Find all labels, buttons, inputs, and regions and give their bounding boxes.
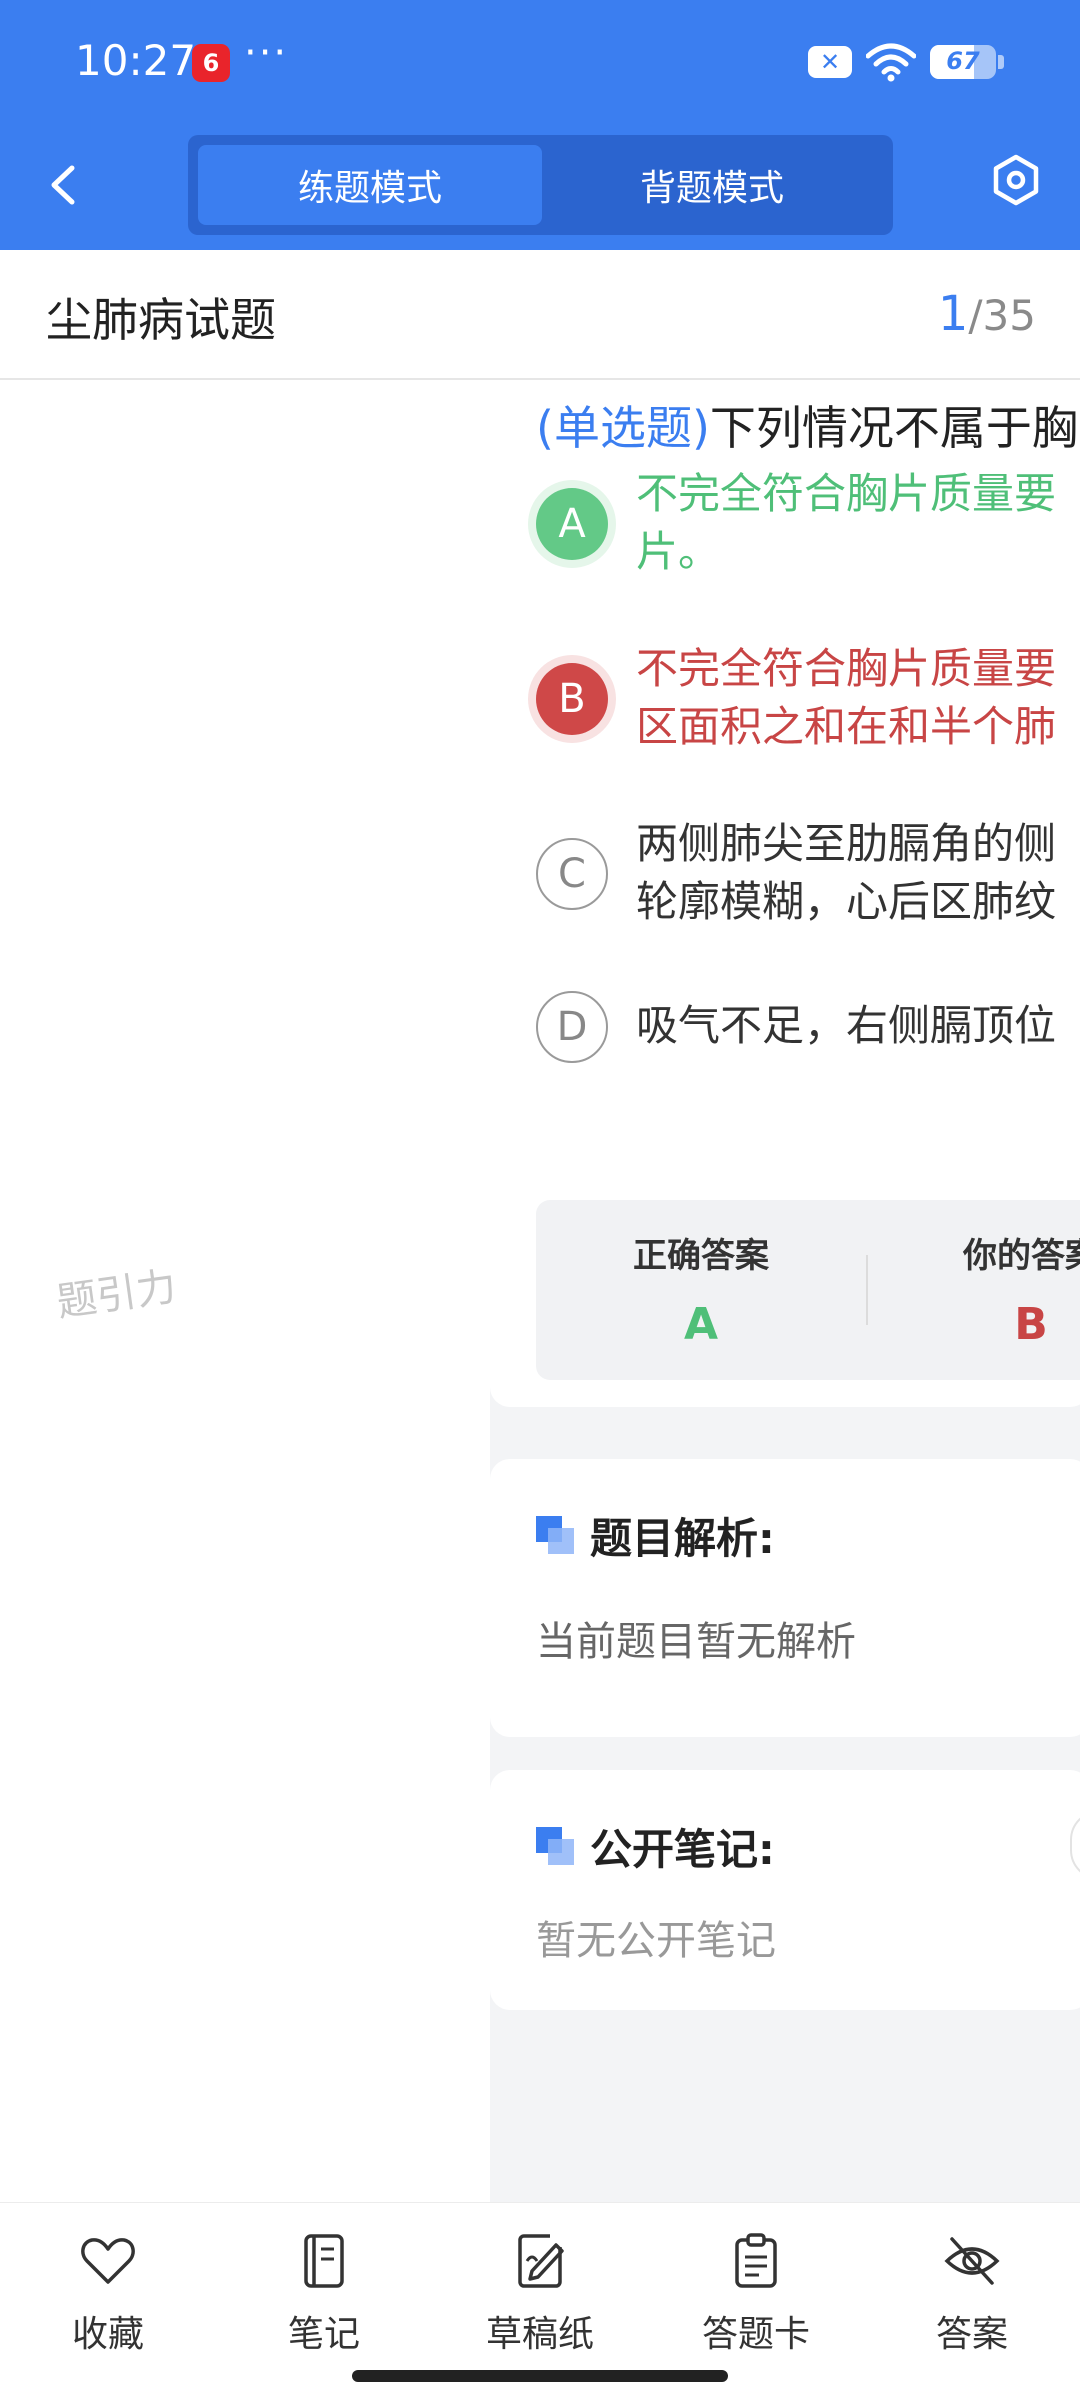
your-answer-value: B	[1014, 1299, 1048, 1350]
option-c-badge: C	[536, 838, 608, 910]
question-counter[interactable]: 1/35	[938, 286, 1036, 342]
netease-music-icon: 6	[192, 44, 230, 82]
battery-level: 67	[946, 47, 980, 75]
option-a[interactable]: A 不完全符合胸片质量要 片。	[536, 465, 1080, 585]
battery-tip	[998, 55, 1004, 69]
draft-paper-button[interactable]: 草稿纸	[450, 2231, 630, 2357]
notes-label: 笔记	[287, 2314, 360, 2355]
page-title: 尘肺病试题	[46, 293, 276, 347]
home-indicator[interactable]	[352, 2370, 728, 2382]
option-c-text: 两侧肺尖至肋膈角的侧 轮廓模糊，心后区肺纹	[636, 815, 1080, 931]
option-b-line2: 区面积之和在和半个肺	[636, 702, 1057, 751]
back-arrow-icon[interactable]	[40, 160, 90, 210]
option-d-text: 吸气不足，右侧膈顶位	[636, 997, 1080, 1055]
status-time: 10:27	[75, 36, 197, 85]
draft-paper-icon	[518, 2234, 564, 2288]
question-text: 下列情况不属于胸	[709, 401, 1078, 455]
analysis-card: 题目解析: 当前题目暂无解析	[490, 1459, 1080, 1737]
question-type: (单选题)	[536, 401, 710, 455]
correct-answer: 正确答案 A	[536, 1228, 866, 1350]
your-answer-label: 你的答案	[963, 1236, 1080, 1276]
notes-button[interactable]: 笔记	[234, 2231, 414, 2357]
option-d[interactable]: D 吸气不足，右侧膈顶位	[536, 991, 1080, 1117]
answer-comparison: 正确答案 A 你的答案 B	[536, 1200, 1080, 1380]
notes-header: 公开笔记:	[536, 1816, 775, 1877]
analysis-body: 当前题目暂无解析	[536, 1619, 856, 1665]
option-a-badge: A	[536, 488, 608, 560]
option-b-text: 不完全符合胸片质量要 区面积之和在和半个肺	[636, 640, 1080, 756]
answer-label: 答案	[935, 2314, 1008, 2355]
public-notes-card: 公开笔记: 暂无公开笔记	[490, 1770, 1080, 2010]
write-note-button[interactable]	[1070, 1810, 1080, 1880]
notes-title: 公开笔记:	[590, 1825, 775, 1874]
option-c-line2: 轮廓模糊，心后区肺纹	[636, 877, 1057, 926]
answer-sheet-icon	[735, 2233, 777, 2288]
show-answer-button[interactable]: 答案	[882, 2231, 1062, 2357]
analysis-title: 题目解析:	[590, 1514, 775, 1563]
option-a-text: 不完全符合胸片质量要 片。	[636, 465, 1080, 581]
option-c-line1: 两侧肺尖至肋膈角的侧	[636, 819, 1057, 868]
favorite-label: 收藏	[71, 2314, 144, 2355]
battery-icon: 67	[930, 45, 996, 79]
option-b-badge: B	[536, 663, 608, 735]
question-card: (单选题)下列情况不属于胸 A 不完全符合胸片质量要 片。 B 不完全符合胸片质…	[490, 382, 1080, 1407]
app-header: 10:27 6 ··· ✕ 67 练题模式 背题模式	[0, 0, 1080, 250]
answer-sheet-label: 答题卡	[701, 2314, 810, 2355]
question-stem: (单选题)下列情况不属于胸	[536, 392, 1078, 458]
correct-answer-label: 正确答案	[633, 1236, 769, 1276]
heart-icon	[81, 2238, 135, 2284]
correct-answer-value: A	[683, 1299, 719, 1350]
option-d-line1: 吸气不足，右侧膈顶位	[636, 1001, 1057, 1050]
favorite-button[interactable]: 收藏	[18, 2231, 198, 2357]
current-question-number: 1	[937, 286, 969, 342]
total-question-count: 35	[982, 291, 1036, 340]
answer-sheet-button[interactable]: 答题卡	[666, 2231, 846, 2357]
tab-practice-mode[interactable]: 练题模式	[198, 145, 542, 225]
notes-body: 暂无公开笔记	[536, 1918, 776, 1964]
title-bar: 尘肺病试题 1/35	[0, 250, 1080, 380]
option-a-line2: 片。	[636, 527, 721, 576]
section-icon	[536, 1826, 576, 1867]
more-notifications-icon: ···	[244, 30, 289, 76]
option-a-line1: 不完全符合胸片质量要	[636, 469, 1057, 518]
mode-switch: 练题模式 背题模式	[188, 135, 893, 235]
wifi-icon	[866, 43, 916, 82]
analysis-header: 题目解析:	[536, 1505, 775, 1566]
draft-paper-label: 草稿纸	[485, 2314, 594, 2355]
your-answer: 你的答案 B	[866, 1228, 1080, 1350]
question-content-pane[interactable]: (单选题)下列情况不属于胸 A 不完全符合胸片质量要 片。 B 不完全符合胸片质…	[490, 382, 1080, 2202]
option-c[interactable]: C 两侧肺尖至肋膈角的侧 轮廓模糊，心后区肺纹	[536, 815, 1080, 935]
notebook-icon	[304, 2234, 344, 2288]
option-b[interactable]: B 不完全符合胸片质量要 区面积之和在和半个肺	[536, 640, 1080, 760]
no-sim-icon: ✕	[808, 46, 852, 78]
option-d-badge: D	[536, 991, 608, 1063]
counter-separator: /	[968, 291, 983, 340]
status-indicators: ✕ 67	[808, 42, 1004, 82]
eye-off-icon	[944, 2237, 1000, 2285]
settings-icon[interactable]	[988, 152, 1044, 208]
option-b-line1: 不完全符合胸片质量要	[636, 644, 1057, 693]
tab-memorize-mode[interactable]: 背题模式	[540, 145, 884, 225]
section-icon	[536, 1515, 576, 1556]
